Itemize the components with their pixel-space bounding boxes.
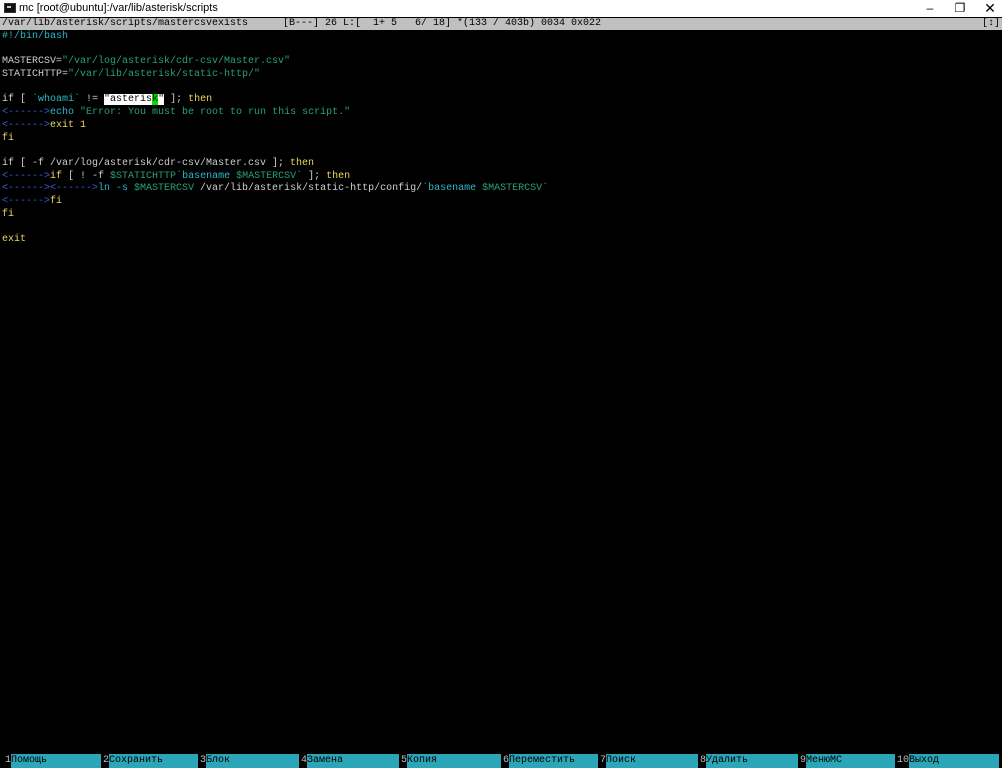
code-token: exit <box>2 234 27 245</box>
fkey-label: Замена <box>307 754 400 768</box>
fullscreen-toggle[interactable]: [↕] <box>982 18 1000 30</box>
close-button[interactable]: ✕ <box>970 0 1002 17</box>
code-line[interactable]: fi <box>0 209 1002 222</box>
fkey-2[interactable]: 2Сохранить <box>103 754 199 768</box>
code-token: "/var/log/asterisk/cdr-csv/Master.csv" <box>62 56 291 68</box>
code-token: $STATICHTTP <box>110 170 177 182</box>
code-token: fi <box>50 195 63 207</box>
code-token: <------> <box>2 119 51 131</box>
code-token: ln -s <box>98 183 135 195</box>
code-token: <------> <box>2 170 51 182</box>
cursor-info: [B---] 26 L:[ 1+ 5 6/ 18] *(133 / 403b) … <box>283 18 602 29</box>
code-line[interactable]: if [ `whoami` != "asterisk" ]; then <box>0 94 1002 107</box>
code-line[interactable]: fi <box>0 133 1002 146</box>
window-titlebar: mc [root@ubuntu]:/var/lib/asterisk/scrip… <box>0 0 1002 17</box>
code-token: then <box>290 157 315 169</box>
code-token: if [ -f /var/log/asterisk/cdr-csv/Master… <box>2 157 291 169</box>
fkey-label: Сохранить <box>109 754 199 768</box>
code-token: #!/bin/bash <box>2 31 69 42</box>
code-token: echo <box>50 107 81 119</box>
code-token: STATICHTTP= <box>2 69 69 81</box>
code-line[interactable]: <------>exit 1 <box>0 120 1002 133</box>
code-token: fi <box>2 132 15 144</box>
editor-status-line: /var/lib/asterisk/scripts/mastercsvexist… <box>0 18 1002 30</box>
code-token: ` <box>542 183 549 195</box>
code-token: if [ <box>2 94 33 106</box>
code-line[interactable] <box>0 44 1002 57</box>
code-line[interactable] <box>0 82 1002 95</box>
code-line[interactable] <box>0 221 1002 234</box>
fkey-label: Поиск <box>606 754 699 768</box>
function-key-bar: 1Помощь 2Сохранить 3Блок 4Замена 5Копия 6Пере… <box>0 754 1002 768</box>
code-token: then <box>326 170 351 182</box>
editor-text-area[interactable]: #!/bin/bash MASTERCSV="/var/log/asterisk/… <box>0 31 1002 753</box>
fkey-label: Выход <box>909 754 1000 768</box>
code-token: exit 1 <box>50 119 87 131</box>
code-line[interactable]: STATICHTTP="/var/lib/asterisk/static-htt… <box>0 69 1002 82</box>
code-token: [ ! -f <box>62 170 111 182</box>
code-token: <------> <box>2 195 51 207</box>
code-line[interactable]: MASTERCSV="/var/log/asterisk/cdr-csv/Mas… <box>0 56 1002 69</box>
code-line[interactable]: <------><------>ln -s $MASTERCSV /var/li… <box>0 183 1002 196</box>
code-token: MASTERCSV= <box>2 56 63 68</box>
fkey-6[interactable]: 6Переместить <box>503 754 599 768</box>
fkey-label: Удалить <box>706 754 799 768</box>
fkey-label: Блок <box>206 754 300 768</box>
code-token: $MASTERCSV <box>482 183 543 195</box>
fkey-5[interactable]: 5Копия <box>401 754 502 768</box>
fkey-1[interactable]: 1Помощь <box>5 754 102 768</box>
fkey-label: МенюMC <box>806 754 896 768</box>
code-line[interactable]: <------>fi <box>0 196 1002 209</box>
code-line[interactable]: <------>if [ ! -f $STATICHTTP`basename $… <box>0 171 1002 184</box>
fkey-10[interactable]: 10Выход <box>897 754 1000 768</box>
code-token: <------><------> <box>2 183 99 195</box>
terminal-app-icon <box>4 3 16 13</box>
code-line[interactable]: exit <box>0 234 1002 247</box>
code-token: "Error: You must be root to run this scr… <box>80 107 351 119</box>
fkey-4[interactable]: 4Замена <box>301 754 400 768</box>
code-token: if <box>50 170 63 182</box>
code-token: != <box>80 94 105 106</box>
code-token: "asteris <box>104 94 153 106</box>
fkey-label: Копия <box>407 754 502 768</box>
code-token: fi <box>2 208 15 220</box>
fkey-label: Помощь <box>11 754 102 768</box>
code-token: $MASTERCSV <box>134 183 195 195</box>
code-token: ]; <box>302 170 327 182</box>
fkey-7[interactable]: 7Поиск <box>600 754 699 768</box>
code-line[interactable] <box>0 145 1002 158</box>
code-token: then <box>188 94 213 106</box>
code-token: "/var/lib/asterisk/static-http/" <box>68 69 261 81</box>
window-title: mc [root@ubuntu]:/var/lib/asterisk/scrip… <box>19 2 218 14</box>
fkey-3[interactable]: 3Блок <box>200 754 300 768</box>
code-token: `whoami` <box>32 94 81 106</box>
code-line[interactable]: <------>echo "Error: You must be root to… <box>0 107 1002 120</box>
code-token: <------> <box>2 107 51 119</box>
fkey-number: 10 <box>897 755 910 766</box>
code-token: `basename <box>422 183 483 195</box>
code-token: ]; <box>164 94 189 106</box>
code-token: /var/lib/asterisk/static-http/config/ <box>194 183 423 195</box>
fkey-label: Переместить <box>509 754 599 768</box>
fkey-8[interactable]: 8Удалить <box>700 754 799 768</box>
code-line[interactable]: #!/bin/bash <box>0 31 1002 44</box>
file-path: /var/lib/asterisk/scripts/mastercsvexist… <box>2 18 249 29</box>
code-token: `basename <box>176 170 237 182</box>
code-line[interactable]: if [ -f /var/log/asterisk/cdr-csv/Master… <box>0 158 1002 171</box>
code-token: $MASTERCSV <box>236 170 297 182</box>
fkey-9[interactable]: 9МенюMC <box>800 754 896 768</box>
